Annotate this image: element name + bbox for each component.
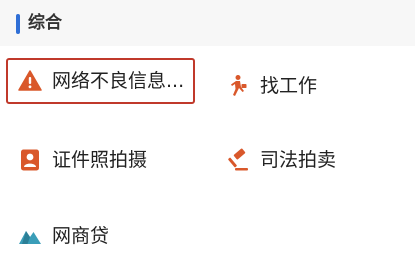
service-item-id-photo[interactable]: 证件照拍摄 bbox=[18, 138, 147, 182]
warning-triangle-icon bbox=[18, 70, 42, 91]
service-item-label: 网商贷 bbox=[52, 225, 110, 247]
service-item-label: 证件照拍摄 bbox=[52, 149, 148, 171]
mountain-logo-icon bbox=[19, 231, 41, 244]
service-item-online-loan[interactable]: 网商贷 bbox=[18, 214, 109, 258]
walking-person-icon bbox=[231, 75, 247, 96]
service-item-network-bad-info[interactable]: 网络不良信息... bbox=[6, 58, 195, 104]
id-photo-icon bbox=[21, 149, 39, 171]
service-item-label: 找工作 bbox=[260, 75, 318, 97]
service-item-judicial-auction[interactable]: 司法拍卖 bbox=[226, 138, 336, 182]
section-title: 综合 bbox=[28, 13, 62, 33]
service-item-label: 司法拍卖 bbox=[260, 149, 337, 171]
service-item-find-job[interactable]: 找工作 bbox=[226, 64, 317, 108]
gavel-icon bbox=[228, 148, 248, 171]
service-item-label: 网络不良信息... bbox=[52, 70, 185, 92]
section-accent-bar bbox=[16, 14, 20, 34]
section-header: 综合 bbox=[0, 0, 415, 46]
